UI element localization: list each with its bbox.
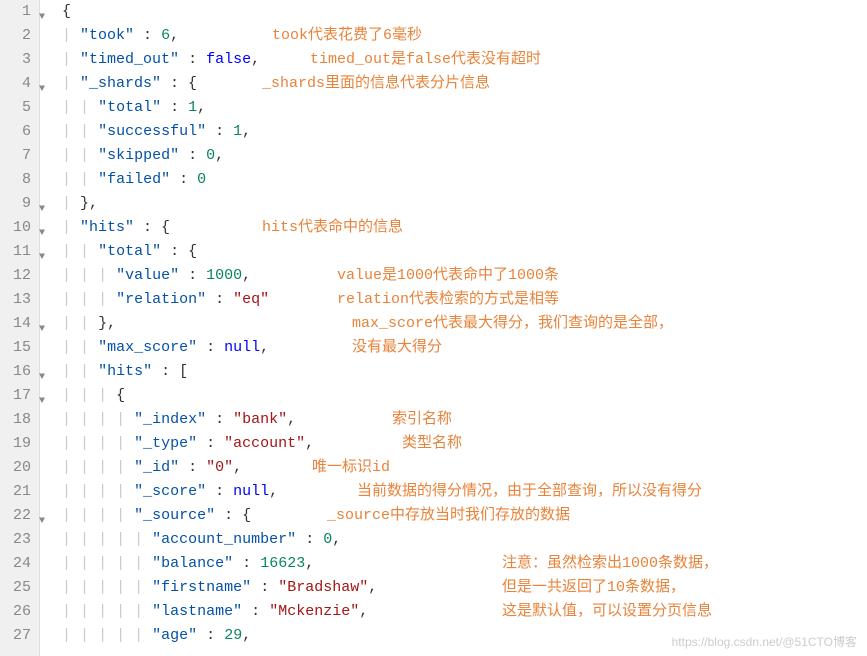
code-line[interactable]: | | "skipped" : 0,	[62, 144, 867, 168]
annotation: 注意：虽然检索出1000条数据，	[502, 552, 718, 576]
code-line[interactable]: | | | | | "firstname" : "Bradshaw",但是一共返…	[62, 576, 867, 600]
watermark: https://blog.csdn.net/@51CTO博客	[672, 633, 857, 650]
line-number: 8	[0, 168, 31, 192]
line-number: 23	[0, 528, 31, 552]
line-number: 26	[0, 600, 31, 624]
code-line[interactable]: | | | | "_score" : null,当前数据的得分情况，由于全部查询…	[62, 480, 867, 504]
line-number: 27	[0, 624, 31, 648]
code-line[interactable]: | | "max_score" : null,没有最大得分	[62, 336, 867, 360]
line-number: 2	[0, 24, 31, 48]
line-number: 12	[0, 264, 31, 288]
annotation: value是1000代表命中了1000条	[337, 264, 559, 288]
annotation: _source中存放当时我们存放的数据	[327, 504, 570, 528]
annotation: max_score代表最大得分，我们查询的是全部，	[352, 312, 673, 336]
code-editor: 1▼234▼56789▼10▼11▼121314▼1516▼17▼1819202…	[0, 0, 867, 656]
line-number: 3	[0, 48, 31, 72]
code-line[interactable]: {	[62, 0, 867, 24]
code-line[interactable]: | | | "value" : 1000,value是1000代表命中了1000…	[62, 264, 867, 288]
code-line[interactable]: | | "total" : 1,	[62, 96, 867, 120]
code-line[interactable]: | },	[62, 192, 867, 216]
line-number: 5	[0, 96, 31, 120]
code-line[interactable]: | | | | | "lastname" : "Mckenzie",这是默认值，…	[62, 600, 867, 624]
code-line[interactable]: | | | | | "balance" : 16623,注意：虽然检索出1000…	[62, 552, 867, 576]
code-line[interactable]: | "hits" : {hits代表命中的信息	[62, 216, 867, 240]
annotation: relation代表检索的方式是相等	[337, 288, 559, 312]
line-number: 21	[0, 480, 31, 504]
code-line[interactable]: | "_shards" : {_shards里面的信息代表分片信息	[62, 72, 867, 96]
line-number: 24	[0, 552, 31, 576]
line-number: 7	[0, 144, 31, 168]
code-line[interactable]: | | | {	[62, 384, 867, 408]
annotation: hits代表命中的信息	[262, 216, 403, 240]
annotation: 索引名称	[392, 408, 452, 432]
line-number: 22▼	[0, 504, 31, 528]
line-number: 4▼	[0, 72, 31, 96]
code-line[interactable]: | "took" : 6,took代表花费了6毫秒	[62, 24, 867, 48]
line-number: 13	[0, 288, 31, 312]
code-line[interactable]: | | | | "_index" : "bank",索引名称	[62, 408, 867, 432]
line-number: 1▼	[0, 0, 31, 24]
code-line[interactable]: | | "total" : {	[62, 240, 867, 264]
line-number: 20	[0, 456, 31, 480]
line-number: 19	[0, 432, 31, 456]
annotation: _shards里面的信息代表分片信息	[262, 72, 490, 96]
line-number: 6	[0, 120, 31, 144]
line-number: 18	[0, 408, 31, 432]
code-line[interactable]: | | "successful" : 1,	[62, 120, 867, 144]
code-line[interactable]: | | | | "_type" : "account",类型名称	[62, 432, 867, 456]
code-line[interactable]: | | | "relation" : "eq"relation代表检索的方式是相…	[62, 288, 867, 312]
annotation: took代表花费了6毫秒	[272, 24, 422, 48]
annotation: 这是默认值，可以设置分页信息	[502, 600, 712, 624]
line-number: 25	[0, 576, 31, 600]
code-line[interactable]: | | | | "_source" : {_source中存放当时我们存放的数据	[62, 504, 867, 528]
annotation: 没有最大得分	[352, 336, 442, 360]
code-line[interactable]: | | "hits" : [	[62, 360, 867, 384]
code-line[interactable]: | | | | | "account_number" : 0,	[62, 528, 867, 552]
annotation: 当前数据的得分情况，由于全部查询，所以没有得分	[357, 480, 702, 504]
line-number: 15	[0, 336, 31, 360]
line-number: 17▼	[0, 384, 31, 408]
code-line[interactable]: | | | | "_id" : "0",唯一标识id	[62, 456, 867, 480]
code-line[interactable]: | | },max_score代表最大得分，我们查询的是全部，	[62, 312, 867, 336]
annotation: 但是一共返回了10条数据，	[502, 576, 685, 600]
line-number: 14▼	[0, 312, 31, 336]
annotation: timed_out是false代表没有超时	[310, 48, 541, 72]
line-number: 16▼	[0, 360, 31, 384]
code-line[interactable]: | "timed_out" : false,timed_out是false代表没…	[62, 48, 867, 72]
annotation: 类型名称	[402, 432, 462, 456]
line-number: 10▼	[0, 216, 31, 240]
line-number: 11▼	[0, 240, 31, 264]
annotation: 唯一标识id	[312, 456, 390, 480]
code-line[interactable]: | | "failed" : 0	[62, 168, 867, 192]
code-area[interactable]: {| "took" : 6,took代表花费了6毫秒| "timed_out" …	[40, 0, 867, 656]
line-gutter: 1▼234▼56789▼10▼11▼121314▼1516▼17▼1819202…	[0, 0, 40, 656]
line-number: 9▼	[0, 192, 31, 216]
